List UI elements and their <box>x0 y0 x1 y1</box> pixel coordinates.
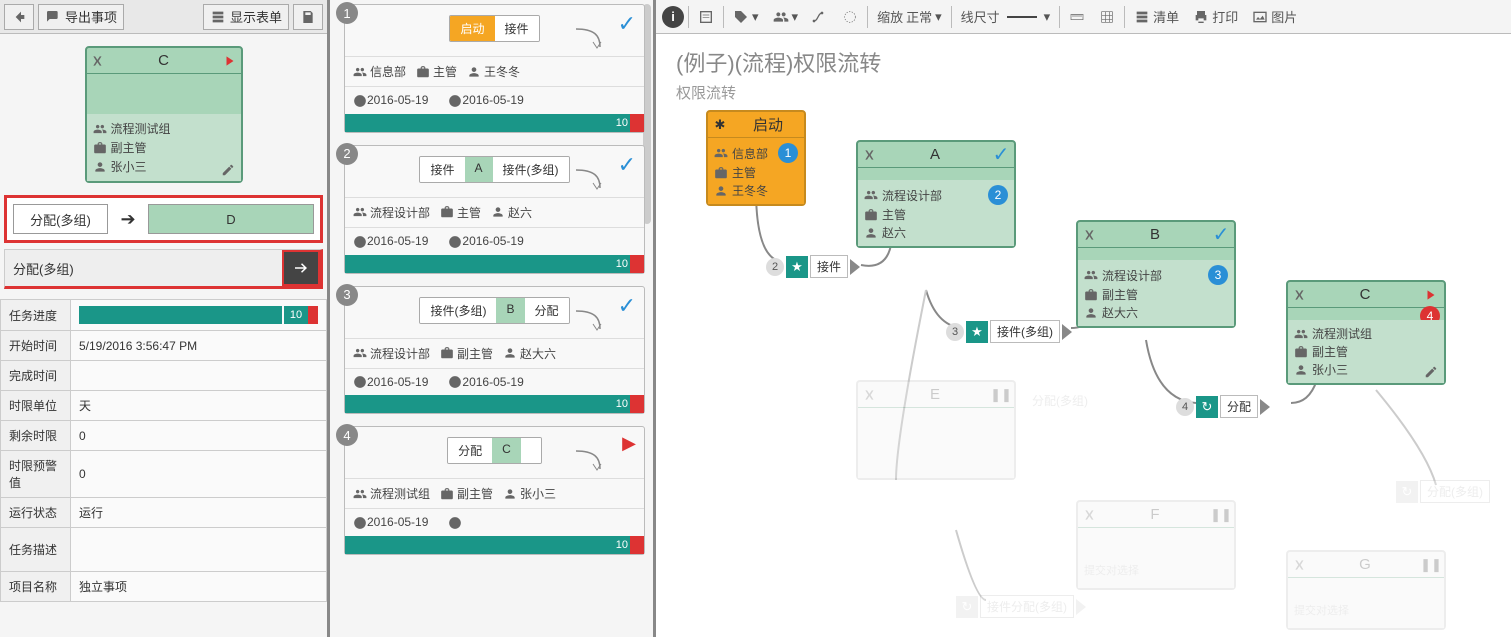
canvas-node-A[interactable]: A✓ 流程设计部2 主管 赵六 <box>856 140 1016 248</box>
flow-canvas[interactable]: ✱启动 信息部1 主管 王冬冬 A✓ 流程设计部2 主管 赵六 B✓ <box>656 100 1511 637</box>
users-button[interactable]: ▾ <box>768 4 804 30</box>
check-icon: ✓ <box>618 11 636 37</box>
connector-ghost-1: 分配(多组) <box>1026 390 1094 411</box>
canvas-node-E[interactable]: E❚❚ <box>856 380 1016 480</box>
transition-highlight[interactable]: 分配(多组) ➔ D <box>4 195 323 243</box>
canvas-node-start[interactable]: ✱启动 信息部1 主管 王冬冬 <box>706 110 806 206</box>
print-button[interactable]: 打印 <box>1188 4 1243 30</box>
step-progress: 10 <box>345 536 644 554</box>
step-1[interactable]: 1 ✓ 启动接件 信息部 主管 王冬冬 2016-05-19 2016-05-1… <box>338 4 645 133</box>
grid-button[interactable] <box>1094 4 1120 30</box>
list-button[interactable]: 清单 <box>1129 4 1184 30</box>
canvas-node-C[interactable]: C 4 流程测试组 副主管 张小三 <box>1286 280 1446 385</box>
transition-row: 分配(多组) <box>4 249 323 289</box>
step-group-row: 流程测试组 副主管 张小三 <box>345 478 644 508</box>
back-button[interactable] <box>4 4 34 30</box>
task-table: 任务进度 10 开始时间5/19/2016 3:56:47 PM 完成时间 时限… <box>0 299 327 602</box>
image-button[interactable]: 图片 <box>1247 4 1302 30</box>
canvas-node-B[interactable]: B✓ 流程设计部3 副主管 赵大六 <box>1076 220 1236 328</box>
person-icon <box>93 160 107 174</box>
left-panel: 导出事项 显示表单 C 流程测试组 副主管 张小三 <box>0 0 330 637</box>
step-progress: 10 <box>345 255 644 273</box>
middle-panel: 1 ✓ 启动接件 信息部 主管 王冬冬 2016-05-19 2016-05-1… <box>330 0 656 637</box>
edit-icon[interactable] <box>1424 365 1438 379</box>
save-button[interactable] <box>293 4 323 30</box>
note-button[interactable] <box>693 4 719 30</box>
info-button[interactable]: i <box>662 6 684 28</box>
curve-arrow-icon <box>574 309 604 333</box>
export-button[interactable]: 导出事项 <box>38 4 124 30</box>
detail-node-card[interactable]: C 流程测试组 副主管 张小三 <box>85 46 243 183</box>
canvas-node-F[interactable]: F❚❚ 提交对选择 <box>1076 500 1236 590</box>
ruler-button[interactable] <box>1064 4 1090 30</box>
step-group-row: 流程设计部 主管 赵六 <box>345 197 644 227</box>
line-dim-label[interactable]: 线尺寸 ▾ <box>956 4 1056 30</box>
connector-ghost-5: ↻分配(多组) <box>1396 480 1490 503</box>
transition-go-button[interactable] <box>282 250 320 286</box>
connector-2[interactable]: 3★接件(多组) <box>946 320 1072 343</box>
chip-row: 启动接件 <box>449 15 539 42</box>
step-group-row: 信息部 主管 王冬冬 <box>345 56 644 86</box>
left-toolbar: 导出事项 显示表单 <box>0 0 327 34</box>
connector-1[interactable]: 2★接件 <box>766 255 860 278</box>
curve-arrow-icon <box>574 27 604 51</box>
step-time-row: 2016-05-19 2016-05-19 <box>345 368 644 396</box>
step-3[interactable]: 3 ✓ 接件(多组)B分配 流程设计部 副主管 赵大六 2016-05-19 2… <box>338 286 645 415</box>
chip-row: 接件A接件(多组) <box>419 156 569 183</box>
tag-button[interactable]: ▾ <box>728 4 764 30</box>
curve-arrow-icon <box>574 449 604 473</box>
step-time-row: 2016-05-19 2016-05-19 <box>345 86 644 114</box>
step-time-row: 2016-05-19 2016-05-19 <box>345 227 644 255</box>
transition-label: 分配(多组) <box>13 204 108 234</box>
show-form-button[interactable]: 显示表单 <box>203 4 289 30</box>
chip-row: 分配C <box>447 437 542 464</box>
check-icon: ✓ <box>618 293 636 319</box>
step-progress: 10 <box>345 114 644 132</box>
play-icon <box>219 54 241 68</box>
zoom-label[interactable]: 缩放 正常▾ <box>872 4 947 30</box>
edit-icon[interactable] <box>221 163 235 177</box>
group-icon <box>93 122 107 136</box>
step-4[interactable]: 4 ▶ 分配C 流程测试组 副主管 张小三 2016-05-19 10 <box>338 426 645 555</box>
connector-3[interactable]: 4↻分配 <box>1176 395 1270 418</box>
chip-row: 接件(多组)B分配 <box>419 297 569 324</box>
cross-icon <box>87 54 109 68</box>
arrow-icon: ➔ <box>108 209 148 230</box>
canvas-title: (例子)(流程)权限流转 权限流转 <box>656 34 1511 107</box>
step-number: 2 <box>336 143 358 165</box>
curve-arrow-icon <box>574 168 604 192</box>
step-group-row: 流程设计部 副主管 赵大六 <box>345 338 644 368</box>
step-time-row: 2016-05-19 <box>345 508 644 536</box>
transition-target: D <box>148 204 314 234</box>
role-icon <box>93 141 107 155</box>
step-2[interactable]: 2 ✓ 接件A接件(多组) 流程设计部 主管 赵六 2016-05-19 201… <box>338 145 645 274</box>
right-toolbar: i ▾ ▾ 缩放 正常▾ 线尺寸 ▾ 清单 打印 图片 <box>656 0 1511 34</box>
play-icon: ▶ <box>622 433 636 454</box>
check-icon: ✓ <box>618 152 636 178</box>
connector-ghost-2: ↻接件分配(多组) <box>956 595 1086 618</box>
select-button[interactable] <box>837 4 863 30</box>
asterisk-icon: ✱ <box>708 117 732 133</box>
right-panel: i ▾ ▾ 缩放 正常▾ 线尺寸 ▾ 清单 打印 图片 (例子)(流程)权限流转… <box>656 0 1511 637</box>
node-title: C <box>109 52 219 69</box>
step-number: 1 <box>336 2 358 24</box>
path-button[interactable] <box>807 4 833 30</box>
step-progress: 10 <box>345 395 644 413</box>
step-number: 3 <box>336 284 358 306</box>
canvas-node-G[interactable]: G❚❚ 提交对选择 <box>1286 550 1446 630</box>
task-progressbar: 10 <box>79 306 282 324</box>
